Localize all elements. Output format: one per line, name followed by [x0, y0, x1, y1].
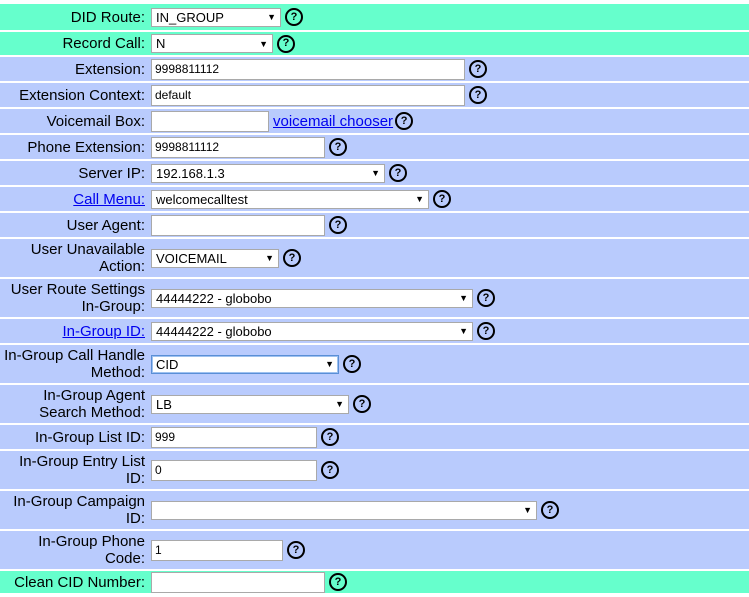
extension-input[interactable]: 9998811112 — [151, 58, 465, 80]
help-icon[interactable]: ? — [343, 355, 361, 373]
help-icon[interactable]: ? — [433, 190, 451, 208]
in-group-agent-search-select[interactable]: LB ▼ — [151, 394, 349, 414]
row-in-group-agent-search: In-Group Agent Search Method: LB ▼ ? — [0, 385, 749, 423]
row-in-group-entry-list-id: In-Group Entry List ID: 0 ? — [0, 451, 749, 489]
phone-extension-label: Phone Extension: — [0, 135, 148, 159]
row-record-call: Record Call: N ▼ ? — [0, 32, 749, 55]
in-group-entry-list-id-label: In-Group Entry List ID: — [0, 451, 148, 489]
help-icon[interactable]: ? — [321, 428, 339, 446]
help-icon[interactable]: ? — [277, 34, 295, 53]
extension-context-input[interactable]: default — [151, 84, 465, 106]
user-unavailable-action-label: User Unavailable Action: — [0, 239, 148, 277]
dropdown-arrow-icon: ▼ — [259, 38, 268, 49]
in-group-agent-search-label: In-Group Agent Search Method: — [0, 385, 148, 423]
user-agent-label: User Agent: — [0, 213, 148, 237]
call-menu-link[interactable]: Call Menu: — [73, 191, 145, 208]
row-clean-cid-number: Clean CID Number: ? — [0, 571, 749, 593]
help-icon[interactable]: ? — [541, 501, 559, 519]
row-voicemail-box: Voicemail Box: voicemail chooser ? — [0, 109, 749, 133]
voicemail-box-input[interactable] — [151, 110, 269, 132]
help-icon[interactable]: ? — [321, 461, 339, 479]
in-group-entry-list-id-input[interactable]: 0 — [151, 459, 317, 481]
dropdown-arrow-icon: ▼ — [459, 326, 468, 336]
dropdown-arrow-icon: ▼ — [325, 359, 334, 369]
help-icon[interactable]: ? — [477, 289, 495, 307]
help-icon[interactable]: ? — [353, 395, 371, 413]
dropdown-arrow-icon: ▼ — [335, 399, 344, 409]
row-server-ip: Server IP: 192.168.1.3 ▼ ? — [0, 161, 749, 185]
extension-label: Extension: — [0, 57, 148, 81]
in-group-phone-code-label: In-Group Phone Code: — [0, 531, 148, 569]
row-extension-context: Extension Context: default ? — [0, 83, 749, 107]
did-route-label: DID Route: — [0, 4, 148, 30]
voicemail-box-label: Voicemail Box: — [0, 109, 148, 133]
row-in-group-campaign-id: In-Group Campaign ID: ▼ ? — [0, 491, 749, 529]
help-icon[interactable]: ? — [329, 573, 347, 591]
row-call-menu: Call Menu: welcomecalltest ▼ ? — [0, 187, 749, 211]
help-icon[interactable]: ? — [329, 138, 347, 156]
dropdown-arrow-icon: ▼ — [459, 293, 468, 303]
dropdown-arrow-icon: ▼ — [265, 253, 274, 263]
user-agent-input[interactable] — [151, 214, 325, 236]
user-unavailable-action-select[interactable]: VOICEMAIL ▼ — [151, 248, 279, 268]
help-icon[interactable]: ? — [469, 86, 487, 104]
row-phone-extension: Phone Extension: 9998811112 ? — [0, 135, 749, 159]
user-route-settings-select[interactable]: 44444222 - globobo ▼ — [151, 288, 473, 308]
row-user-route-settings: User Route Settings In-Group: 44444222 -… — [0, 279, 749, 317]
in-group-campaign-id-label: In-Group Campaign ID: — [0, 491, 148, 529]
dropdown-arrow-icon: ▼ — [267, 12, 276, 22]
in-group-list-id-input[interactable]: 999 — [151, 426, 317, 448]
row-in-group-call-handle: In-Group Call Handle Method: CID ▼ ? — [0, 345, 749, 383]
help-icon[interactable]: ? — [285, 8, 303, 26]
help-icon[interactable]: ? — [395, 112, 414, 130]
row-extension: Extension: 9998811112 ? — [0, 57, 749, 81]
dropdown-arrow-icon: ▼ — [523, 505, 532, 515]
help-icon[interactable]: ? — [469, 60, 487, 78]
help-icon[interactable]: ? — [329, 216, 347, 234]
row-in-group-phone-code: In-Group Phone Code: 1 ? — [0, 531, 749, 569]
clean-cid-number-label: Clean CID Number: — [0, 571, 148, 593]
call-menu-select[interactable]: welcomecalltest ▼ — [151, 189, 429, 209]
in-group-list-id-label: In-Group List ID: — [0, 425, 148, 449]
server-ip-select[interactable]: 192.168.1.3 ▼ — [151, 163, 385, 183]
help-icon[interactable]: ? — [389, 164, 407, 182]
row-did-route: DID Route: IN_GROUP ▼ ? — [0, 4, 749, 30]
in-group-campaign-id-select[interactable]: ▼ — [151, 500, 537, 520]
extension-context-label: Extension Context: — [0, 83, 148, 107]
row-in-group-list-id: In-Group List ID: 999 ? — [0, 425, 749, 449]
clean-cid-number-input[interactable] — [151, 571, 325, 593]
did-route-select[interactable]: IN_GROUP ▼ — [151, 7, 281, 27]
in-group-id-link[interactable]: In-Group ID: — [62, 323, 145, 340]
help-icon[interactable]: ? — [287, 541, 305, 559]
record-call-label: Record Call: — [0, 32, 148, 55]
in-group-id-select[interactable]: 44444222 - globobo ▼ — [151, 321, 473, 341]
dropdown-arrow-icon: ▼ — [415, 194, 424, 204]
help-icon[interactable]: ? — [283, 249, 301, 267]
did-settings-form: DID Route: IN_GROUP ▼ ? Record Call: N ▼ ?… — [0, 2, 749, 595]
user-route-settings-label: User Route Settings In-Group: — [0, 279, 148, 317]
in-group-call-handle-label: In-Group Call Handle Method: — [0, 345, 148, 383]
phone-extension-input[interactable]: 9998811112 — [151, 136, 325, 158]
row-user-unavailable-action: User Unavailable Action: VOICEMAIL ▼ ? — [0, 239, 749, 277]
in-group-phone-code-input[interactable]: 1 — [151, 539, 283, 561]
in-group-call-handle-select[interactable]: CID ▼ — [151, 354, 339, 374]
row-in-group-id: In-Group ID: 44444222 - globobo ▼ ? — [0, 319, 749, 343]
record-call-select[interactable]: N ▼ — [151, 34, 273, 53]
row-user-agent: User Agent: ? — [0, 213, 749, 237]
voicemail-chooser-link[interactable]: voicemail chooser — [273, 113, 393, 130]
dropdown-arrow-icon: ▼ — [371, 168, 380, 178]
help-icon[interactable]: ? — [477, 322, 495, 340]
server-ip-label: Server IP: — [0, 161, 148, 185]
